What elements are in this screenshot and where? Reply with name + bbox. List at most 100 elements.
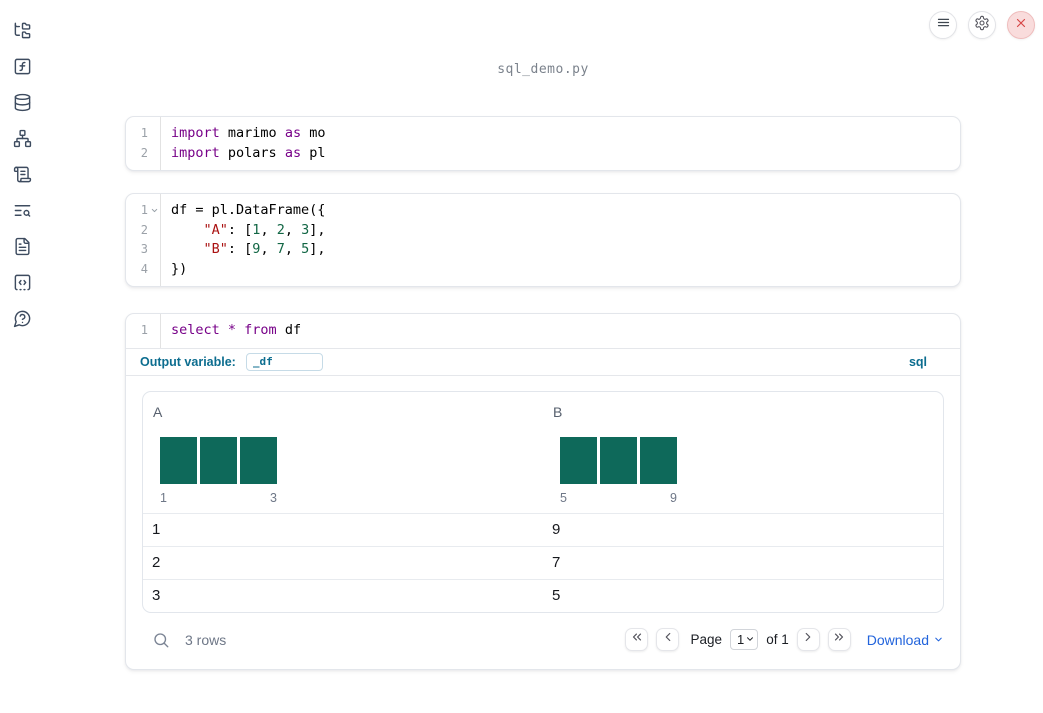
table-search-button[interactable] [152, 631, 170, 649]
table-cell: 2 [152, 554, 161, 571]
file-text-icon [13, 237, 32, 261]
pagination: Page 1 of 1 Download [625, 628, 944, 651]
histogram-min-label: 5 [560, 490, 567, 505]
chevron-right-icon [801, 630, 815, 649]
gutter: 1 2 3 4 [126, 194, 161, 286]
histogram-bar [240, 436, 277, 484]
table-cell: 5 [552, 587, 561, 604]
next-page-button[interactable] [796, 628, 820, 651]
table-cell: 1 [152, 521, 161, 538]
table-header: A 1 3 B 5 9 [143, 392, 943, 513]
line-number: 2 [140, 222, 148, 237]
code-lines: import marimo as mo import polars as pl [161, 117, 325, 170]
sql-language-badge: sql [908, 354, 927, 369]
database-icon [13, 93, 32, 117]
histogram-bar [640, 436, 677, 484]
line-number: 1 [140, 323, 148, 337]
chevrons-left-icon [630, 630, 644, 649]
chevron-left-icon [661, 630, 675, 649]
histogram-column-a[interactable]: 1 3 [160, 436, 277, 505]
helper-panel-sidebar [0, 0, 44, 713]
table-footer: 3 rows Page 1 of 1 Download [142, 623, 944, 657]
network-icon [13, 129, 32, 153]
cell-editor[interactable]: 12 import marimo as mo import polars as p… [126, 117, 960, 170]
page-label: Page [690, 632, 722, 647]
histogram-bars [160, 436, 277, 484]
help-button[interactable] [12, 309, 32, 333]
output-variable-label: Output variable: [140, 354, 236, 369]
data-sources-button[interactable] [12, 93, 32, 117]
histogram-max-label: 3 [270, 490, 277, 505]
code-line: "B": [9, 7, 5], [203, 241, 326, 257]
line-number: 4 [140, 261, 148, 276]
page-select-value: 1 [736, 632, 745, 647]
last-page-button[interactable] [827, 628, 851, 651]
page-of-label: of 1 [766, 632, 789, 647]
chevron-down-icon [933, 632, 944, 648]
download-button[interactable]: Download [867, 632, 944, 648]
documentation-button[interactable] [12, 237, 32, 261]
code-line: df = pl.DataFrame({ [171, 202, 326, 218]
help-bubble-icon [13, 309, 32, 333]
notebook-main: sql_demo.py 12 import marimo as mo import… [125, 0, 961, 670]
histogram-axis-labels: 1 3 [160, 491, 277, 505]
cell-editor[interactable]: 1 select * from df [126, 314, 960, 348]
histogram-column-b[interactable]: 5 9 [560, 436, 677, 505]
column-header-b: B 5 9 [543, 392, 943, 513]
shutdown-button[interactable] [1007, 11, 1035, 39]
folder-tree-icon [13, 21, 32, 45]
histogram-axis-labels: 5 9 [560, 491, 677, 505]
page-select[interactable]: 1 [729, 629, 759, 650]
line-number: 1 [140, 203, 148, 217]
cell-sql[interactable]: 1 select * from df Output variable: sql … [125, 313, 961, 670]
table-cell: 9 [552, 521, 561, 538]
gutter: 12 [126, 117, 161, 170]
snippets-button[interactable] [12, 273, 32, 297]
code-line: select * from df [171, 322, 302, 338]
line-number: 2 [140, 145, 148, 160]
text-search-icon [13, 201, 32, 225]
code-lines: select * from df [161, 314, 301, 348]
histogram-bars [560, 436, 677, 484]
output-variable-input[interactable] [245, 352, 323, 371]
dataframe-table: A 1 3 B 5 9 1 9 2 7 3 5 [142, 390, 944, 613]
table-row[interactable]: 19 [143, 512, 943, 546]
table-row[interactable]: 27 [143, 545, 943, 579]
chevrons-right-icon [832, 630, 846, 649]
table-cell: 3 [152, 587, 161, 604]
download-label: Download [866, 631, 929, 648]
column-header-a: A 1 3 [143, 392, 543, 513]
variables-button[interactable] [12, 57, 32, 81]
table-body: 192735 [143, 512, 943, 612]
column-name: B [553, 403, 563, 420]
histogram-bar [600, 436, 637, 484]
line-number: 3 [140, 242, 148, 256]
histogram-bar [200, 436, 237, 484]
square-code-icon [13, 273, 32, 297]
previous-page-button[interactable] [656, 628, 680, 651]
cell-imports[interactable]: 12 import marimo as mo import polars as p… [125, 116, 961, 171]
file-explorer-button[interactable] [12, 21, 32, 45]
notebook-filename[interactable]: sql_demo.py [125, 62, 961, 77]
fold-chevron-icon[interactable] [148, 201, 160, 221]
code-line: import polars as pl [171, 144, 326, 161]
table-row[interactable]: 35 [143, 578, 943, 612]
gutter: 1 [126, 314, 161, 348]
cell-dataframe[interactable]: 1 2 3 4 df = pl.DataFrame({ "A": [1, 2, 3],… [125, 193, 961, 287]
settings-button[interactable] [968, 11, 996, 39]
dependencies-button[interactable] [12, 129, 32, 153]
scroll-text-icon [13, 165, 32, 189]
row-count: 3 rows [185, 631, 227, 648]
function-square-icon [13, 57, 32, 81]
first-page-button[interactable] [625, 628, 649, 651]
gear-icon [974, 15, 990, 36]
cell-editor[interactable]: 1 2 3 4 df = pl.DataFrame({ "A": [1, 2, 3],… [126, 194, 960, 286]
outline-search-button[interactable] [12, 203, 32, 223]
logs-button[interactable] [12, 165, 32, 189]
